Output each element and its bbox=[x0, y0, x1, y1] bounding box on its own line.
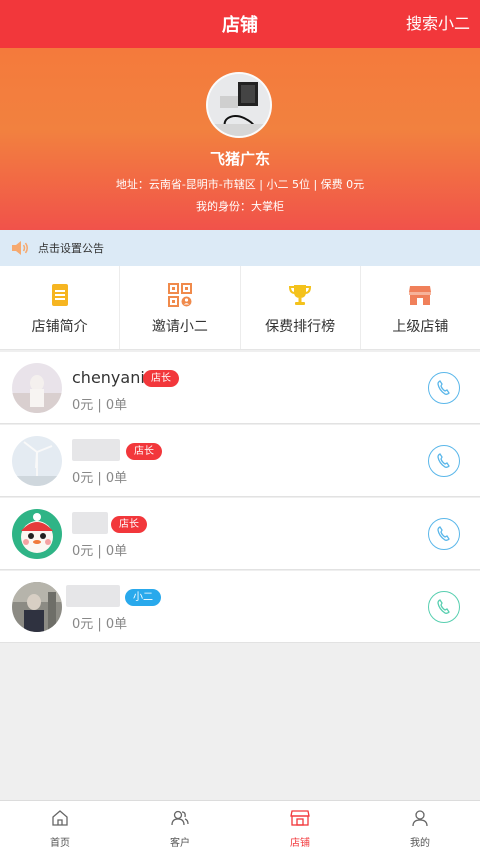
home-icon bbox=[52, 810, 68, 826]
customers-icon bbox=[171, 810, 189, 826]
call-button[interactable] bbox=[428, 445, 460, 477]
trophy-icon bbox=[289, 285, 312, 305]
role-badge: 店长 bbox=[126, 443, 162, 460]
member-stats: 0元 | 0单 bbox=[72, 398, 128, 413]
qrcode-icon bbox=[167, 283, 192, 307]
menu-premium-ranking[interactable]: 保费排行榜 bbox=[241, 266, 361, 349]
store-avatar-image bbox=[208, 74, 270, 136]
store-icon bbox=[290, 810, 310, 826]
role-badge: 店长 bbox=[111, 516, 147, 533]
member-stats: 0元 | 0单 bbox=[72, 471, 128, 486]
tab-label: 首页 bbox=[50, 838, 70, 849]
tab-label: 客户 bbox=[170, 838, 190, 849]
speaker-icon bbox=[12, 241, 28, 255]
tab-label: 店铺 bbox=[290, 838, 310, 849]
tab-profile[interactable]: 我的 bbox=[360, 801, 480, 853]
store-identity: 我的身份：大掌柜 bbox=[196, 200, 284, 213]
announcement-text: 点击设置公告 bbox=[38, 242, 104, 255]
tab-home[interactable]: 首页 bbox=[0, 801, 120, 853]
member-stats: 0元 | 0单 bbox=[72, 617, 128, 632]
menu-label: 保费排行榜 bbox=[265, 319, 336, 335]
document-icon bbox=[51, 284, 68, 306]
member-avatar bbox=[12, 582, 62, 632]
tab-label: 我的 bbox=[410, 838, 430, 849]
call-button[interactable] bbox=[428, 518, 460, 550]
phone-icon bbox=[437, 380, 450, 395]
bottom-tab-bar: 首页 客户 店铺 我的 bbox=[0, 800, 480, 853]
tab-customers[interactable]: 客户 bbox=[120, 801, 240, 853]
page-title: 店铺 bbox=[222, 15, 258, 36]
member-avatar bbox=[12, 436, 62, 486]
member-name-redacted bbox=[66, 585, 120, 607]
member-row[interactable]: 小二 0元 | 0单 bbox=[0, 571, 480, 643]
member-stats: 0元 | 0单 bbox=[72, 544, 128, 559]
member-row[interactable]: 店长 0元 | 0单 bbox=[0, 498, 480, 570]
role-badge: 小二 bbox=[125, 589, 161, 606]
storefront-icon bbox=[409, 286, 432, 305]
member-row[interactable]: chenyani 店长 0元 | 0单 bbox=[0, 352, 480, 424]
store-address: 地址：云南省-昆明市-市辖区 | 小二 5位 | 保费 0元 bbox=[115, 178, 365, 191]
search-clerk-button[interactable]: 搜索小二 bbox=[406, 0, 470, 48]
navbar: 店铺 搜索小二 bbox=[0, 0, 480, 48]
menu-label: 上级店铺 bbox=[392, 319, 449, 335]
member-avatar bbox=[12, 509, 62, 559]
call-button[interactable] bbox=[428, 591, 460, 623]
menu-invite-clerk[interactable]: 邀请小二 bbox=[120, 266, 241, 349]
member-name-redacted bbox=[72, 439, 120, 461]
store-menu: 店铺简介 邀请小二 保费排行榜 上级店铺 bbox=[0, 266, 480, 350]
call-button[interactable] bbox=[428, 372, 460, 404]
menu-label: 邀请小二 bbox=[151, 319, 208, 335]
member-name-redacted bbox=[72, 512, 108, 534]
member-row[interactable]: 店长 0元 | 0单 bbox=[0, 425, 480, 497]
menu-label: 店铺简介 bbox=[31, 319, 88, 335]
menu-store-intro[interactable]: 店铺简介 bbox=[0, 266, 121, 349]
profile-icon bbox=[412, 810, 428, 827]
phone-icon bbox=[437, 453, 450, 468]
store-page: 店铺 搜索小二 飞猪广东 地址：云南省-昆明市-市辖区 | 小二 5位 | 保费… bbox=[0, 0, 480, 853]
phone-icon bbox=[437, 526, 450, 541]
store-header: 飞猪广东 地址：云南省-昆明市-市辖区 | 小二 5位 | 保费 0元 我的身份… bbox=[0, 48, 480, 230]
member-name: chenyani bbox=[72, 368, 145, 387]
role-badge: 店长 bbox=[143, 370, 179, 387]
announcement-bar[interactable]: 点击设置公告 bbox=[0, 230, 480, 266]
tab-store[interactable]: 店铺 bbox=[240, 801, 360, 853]
store-avatar[interactable] bbox=[206, 72, 272, 138]
menu-parent-store[interactable]: 上级店铺 bbox=[361, 266, 480, 349]
member-avatar bbox=[12, 363, 62, 413]
phone-icon bbox=[437, 599, 450, 614]
store-name: 飞猪广东 bbox=[209, 150, 270, 168]
